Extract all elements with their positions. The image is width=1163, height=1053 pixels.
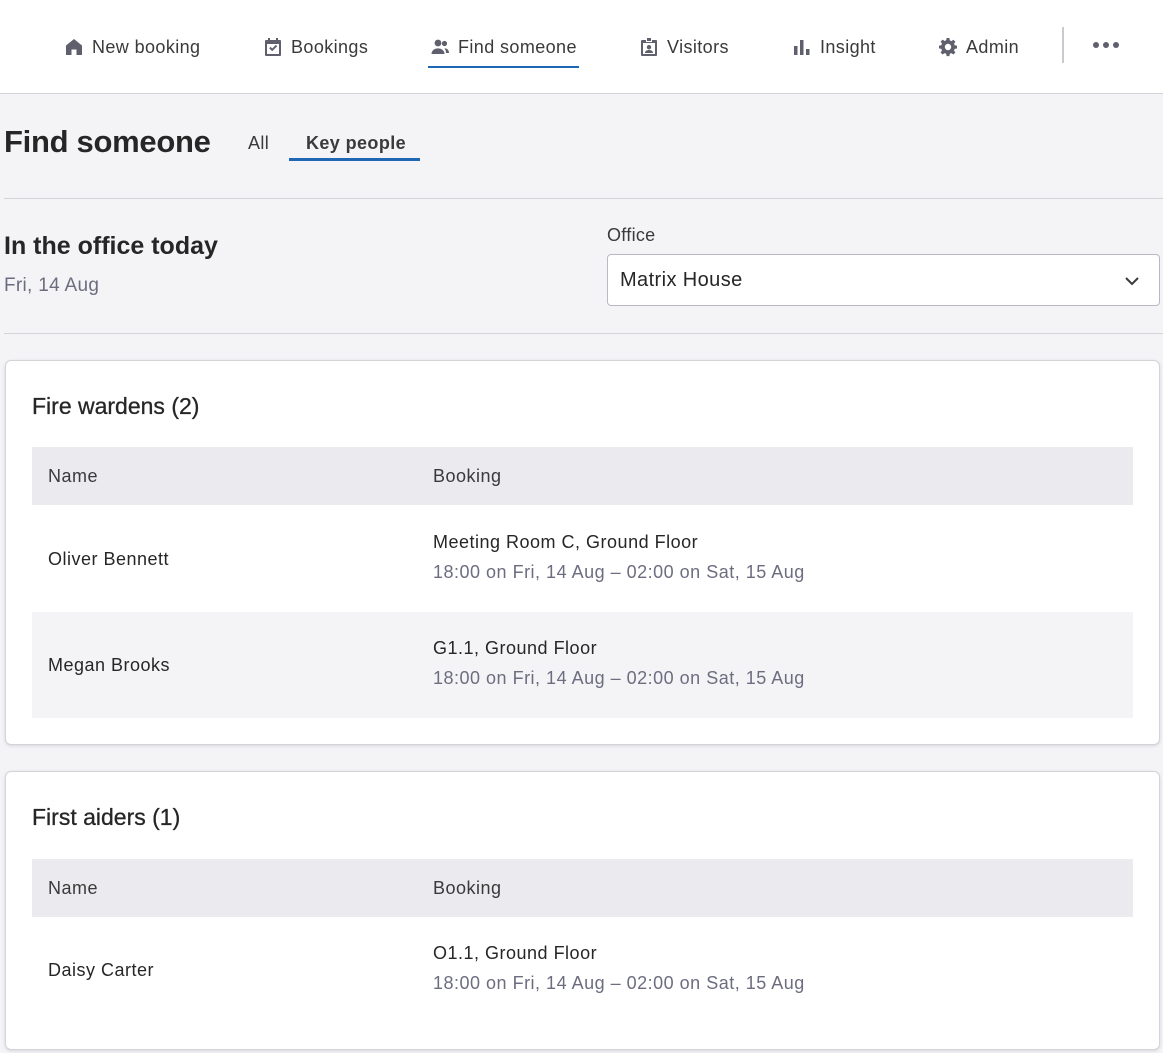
nav-visitors[interactable]: Visitors — [639, 0, 729, 94]
booking-location: Meeting Room C, Ground Floor — [433, 532, 699, 552]
active-tab-indicator — [289, 158, 420, 161]
nav-new-booking-label: New booking — [92, 36, 201, 57]
table-header: Name Booking — [32, 447, 1133, 505]
section-date: Fri, 14 Aug — [4, 275, 100, 296]
chevron-down-icon — [1125, 277, 1139, 286]
nav-admin[interactable]: Admin — [938, 0, 1019, 94]
person-name: Oliver Bennett — [48, 549, 170, 569]
office-select-value: Matrix House — [620, 268, 743, 291]
home-icon — [66, 39, 82, 55]
table-header: Name Booking — [32, 859, 1133, 917]
tab-key-people[interactable]: Key people — [306, 133, 406, 154]
first-aiders-card: First aiders (1) Name Booking Daisy Cart… — [5, 771, 1160, 1050]
nav-admin-label: Admin — [966, 36, 1020, 57]
booking-time: 18:00 on Fri, 14 Aug – 02:00 on Sat, 15 … — [433, 973, 805, 993]
page-title: Find someone — [4, 124, 211, 159]
person-name: Daisy Carter — [48, 960, 155, 980]
office-select[interactable]: Matrix House — [607, 254, 1160, 306]
booking-location: O1.1, Ground Floor — [433, 943, 598, 963]
nav-insight-label: Insight — [820, 36, 876, 57]
divider — [4, 198, 1163, 199]
nav-find-someone-label: Find someone — [458, 36, 577, 57]
nav-insight[interactable]: Insight — [792, 0, 876, 94]
column-header-booking: Booking — [433, 878, 502, 898]
gear-icon — [939, 38, 957, 57]
column-header-name: Name — [48, 466, 99, 486]
booking-time: 18:00 on Fri, 14 Aug – 02:00 on Sat, 15 … — [433, 562, 805, 582]
more-options-button[interactable] — [1088, 30, 1124, 60]
nav-visitors-label: Visitors — [667, 36, 729, 57]
nav-bookings-label: Bookings — [291, 36, 369, 57]
table-row: Daisy Carter O1.1, Ground Floor 18:00 on… — [32, 917, 1133, 1023]
person-name: Megan Brooks — [48, 655, 171, 675]
calendar-check-icon — [265, 38, 281, 56]
nav-divider — [1062, 27, 1064, 63]
card-title: First aiders (1) — [32, 804, 181, 830]
column-header-booking: Booking — [433, 466, 502, 486]
tab-all[interactable]: All — [248, 133, 269, 154]
card-title: Fire wardens (2) — [32, 393, 200, 419]
column-header-name: Name — [48, 878, 99, 898]
booking-time: 18:00 on Fri, 14 Aug – 02:00 on Sat, 15 … — [433, 668, 805, 688]
nav-new-booking[interactable]: New booking — [64, 0, 200, 94]
nav-find-someone[interactable]: Find someone — [428, 0, 579, 94]
divider — [4, 333, 1163, 334]
table-row: Megan Brooks G1.1, Ground Floor 18:00 on… — [32, 612, 1133, 718]
more-horizontal-icon — [1093, 42, 1119, 48]
booking-location: G1.1, Ground Floor — [433, 638, 598, 658]
nav-bookings[interactable]: Bookings — [263, 0, 368, 94]
fire-wardens-card: Fire wardens (2) Name Booking Oliver Ben… — [5, 360, 1160, 745]
visitor-badge-icon — [641, 38, 657, 56]
bar-chart-icon — [794, 40, 810, 55]
people-icon — [431, 39, 449, 54]
office-field-label: Office — [607, 225, 656, 245]
section-heading: In the office today — [4, 232, 218, 260]
table-row: Oliver Bennett Meeting Room C, Ground Fl… — [32, 506, 1133, 612]
top-navigation: New booking Bookings Find someone Visito… — [0, 0, 1163, 94]
